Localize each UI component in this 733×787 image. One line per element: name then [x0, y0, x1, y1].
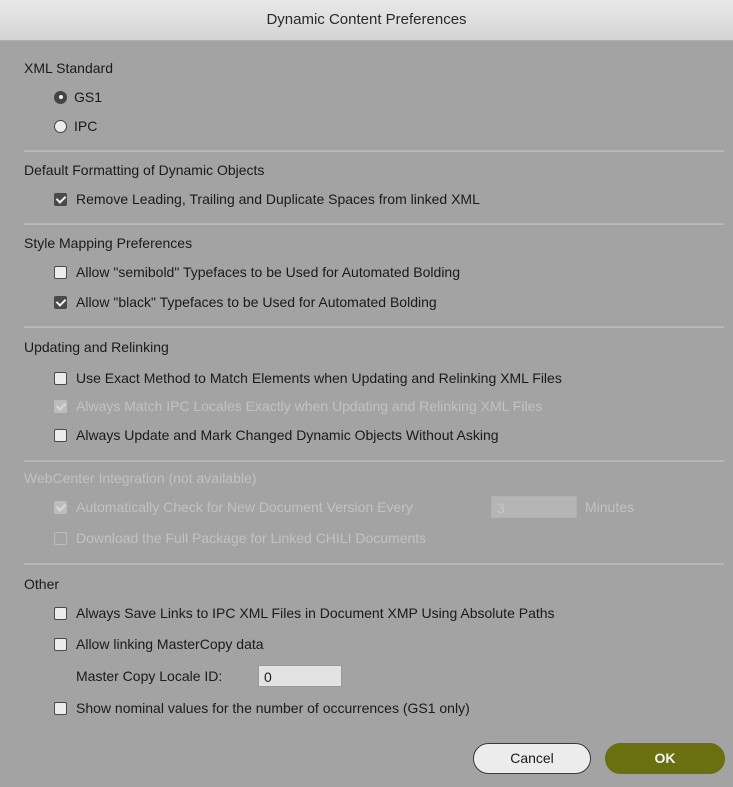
- checkbox-icon[interactable]: [54, 371, 67, 385]
- checkbox-icon[interactable]: [54, 606, 67, 620]
- xml-standard-heading: XML Standard: [24, 60, 113, 76]
- auto-check-label: Automatically Check for New Document Ver…: [76, 499, 413, 515]
- remove-spaces-checkbox[interactable]: Remove Leading, Trailing and Duplicate S…: [54, 191, 480, 207]
- default-formatting-heading: Default Formatting of Dynamic Objects: [24, 162, 265, 178]
- checkbox-icon[interactable]: [54, 428, 67, 442]
- radio-ipc[interactable]: IPC: [54, 118, 97, 134]
- ok-button[interactable]: OK: [605, 743, 725, 774]
- locale-id-input[interactable]: 0: [258, 665, 342, 687]
- radio-ipc-label: IPC: [74, 118, 98, 134]
- style-mapping-heading: Style Mapping Preferences: [24, 235, 193, 251]
- black-checkbox[interactable]: Allow "black" Typefaces to be Used for A…: [54, 294, 437, 310]
- nominal-values-label: Show nominal values for the number of oc…: [76, 700, 470, 716]
- section-divider: [24, 150, 724, 152]
- other-heading: Other: [24, 576, 60, 592]
- download-package-checkbox: Download the Full Package for Linked CHI…: [54, 530, 426, 546]
- checkbox-icon[interactable]: [54, 701, 67, 715]
- always-update-checkbox[interactable]: Always Update and Mark Changed Dynamic O…: [54, 427, 499, 443]
- exact-method-label: Use Exact Method to Match Elements when …: [76, 370, 562, 386]
- section-divider: [24, 563, 724, 565]
- checkbox-checked-disabled-icon: [54, 399, 67, 413]
- locale-id-label: Master Copy Locale ID:: [76, 668, 223, 684]
- minutes-unit-label: Minutes: [585, 499, 635, 515]
- dialog-title: Dynamic Content Preferences: [0, 0, 733, 41]
- auto-check-checkbox: Automatically Check for New Document Ver…: [54, 499, 413, 515]
- mastercopy-label: Allow linking MasterCopy data: [76, 636, 264, 652]
- download-package-label: Download the Full Package for Linked CHI…: [76, 530, 427, 546]
- checkbox-checked-disabled-icon: [54, 500, 67, 514]
- radio-gs1[interactable]: GS1: [54, 89, 102, 105]
- black-label: Allow "black" Typefaces to be Used for A…: [76, 294, 437, 310]
- always-update-label: Always Update and Mark Changed Dynamic O…: [76, 427, 499, 443]
- absolute-paths-label: Always Save Links to IPC XML Files in Do…: [76, 605, 555, 621]
- mastercopy-checkbox[interactable]: Allow linking MasterCopy data: [54, 636, 264, 652]
- updating-heading: Updating and Relinking: [24, 339, 169, 355]
- ipc-locales-label: Always Match IPC Locales Exactly when Up…: [76, 398, 543, 414]
- cancel-button[interactable]: Cancel: [473, 743, 591, 774]
- ipc-locales-checkbox: Always Match IPC Locales Exactly when Up…: [54, 398, 542, 414]
- semibold-checkbox[interactable]: Allow "semibold" Typefaces to be Used fo…: [54, 264, 460, 280]
- nominal-values-checkbox[interactable]: Show nominal values for the number of oc…: [54, 700, 470, 716]
- checkbox-icon[interactable]: [54, 637, 67, 651]
- checkbox-icon[interactable]: [54, 265, 67, 279]
- section-divider: [24, 223, 724, 225]
- radio-button-icon[interactable]: [54, 119, 67, 133]
- remove-spaces-label: Remove Leading, Trailing and Duplicate S…: [76, 191, 480, 207]
- radio-gs1-label: GS1: [74, 89, 103, 105]
- section-divider: [24, 326, 724, 328]
- section-divider: [24, 460, 724, 462]
- exact-method-checkbox[interactable]: Use Exact Method to Match Elements when …: [54, 370, 562, 386]
- semibold-label: Allow "semibold" Typefaces to be Used fo…: [76, 264, 461, 280]
- radio-button-selected-icon[interactable]: [54, 90, 67, 104]
- checkbox-checked-icon[interactable]: [54, 295, 67, 309]
- checkbox-disabled-icon: [54, 531, 67, 545]
- absolute-paths-checkbox[interactable]: Always Save Links to IPC XML Files in Do…: [54, 605, 555, 621]
- webcenter-heading: WebCenter Integration (not available): [24, 470, 257, 486]
- minutes-input: 3: [491, 496, 577, 518]
- checkbox-checked-icon[interactable]: [54, 192, 67, 206]
